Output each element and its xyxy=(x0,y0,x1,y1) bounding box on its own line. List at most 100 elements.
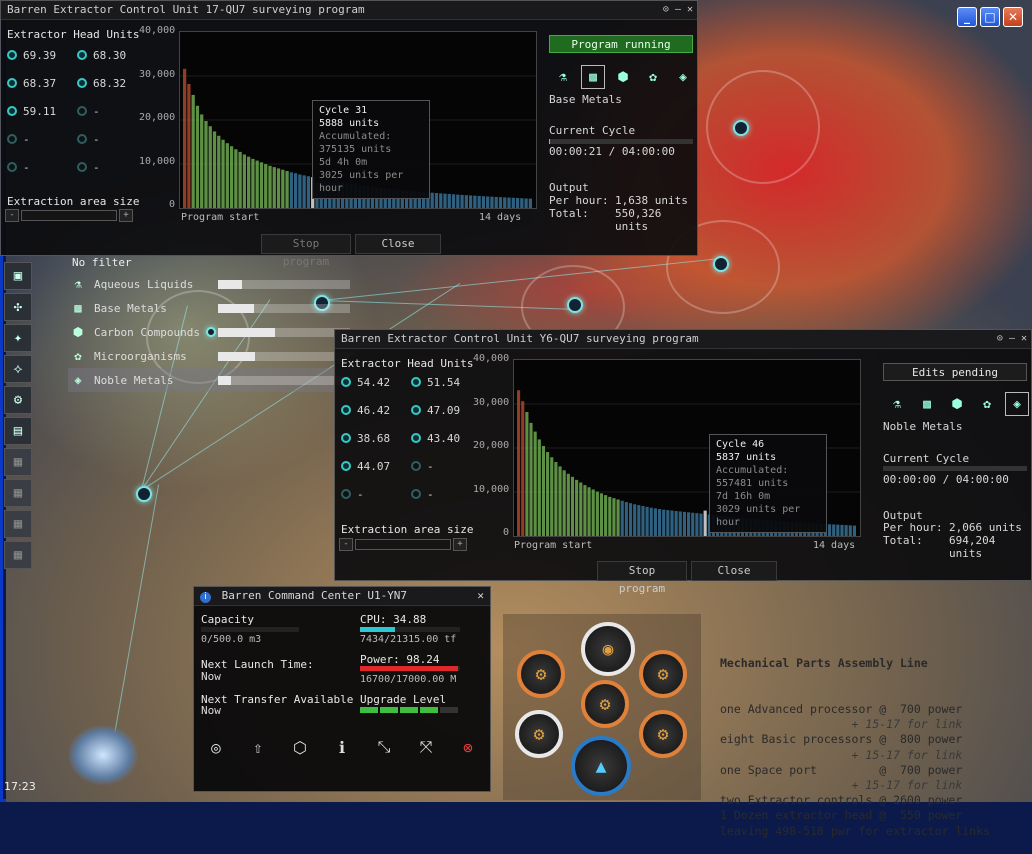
chart-bar[interactable] xyxy=(703,510,707,536)
chart-bar[interactable] xyxy=(212,131,217,208)
head-unit[interactable]: - xyxy=(7,130,77,148)
head-unit-icon[interactable] xyxy=(411,489,421,499)
head-unit[interactable]: - xyxy=(7,158,77,176)
chart-bar[interactable] xyxy=(447,193,451,208)
close-icon[interactable]: ✕ xyxy=(1021,330,1027,348)
extractor-control-pin[interactable] xyxy=(136,486,152,502)
filter-item[interactable]: ✿ Microorganisms xyxy=(68,344,358,368)
close-icon[interactable]: ✕ xyxy=(477,587,484,605)
head-unit-icon[interactable] xyxy=(7,50,17,60)
stop-program-button[interactable]: Stop program xyxy=(597,561,687,595)
panel-titlebar[interactable]: i Barren Command Center U1-YN7 ✕ xyxy=(194,587,490,606)
head-unit-icon[interactable] xyxy=(77,134,87,144)
chart-bar[interactable] xyxy=(599,493,604,536)
close-button[interactable]: ✕ xyxy=(1003,7,1023,27)
chart-bar[interactable] xyxy=(570,476,575,536)
chart-bar[interactable] xyxy=(276,168,281,208)
chart-bar[interactable] xyxy=(306,176,311,208)
chart-bar[interactable] xyxy=(289,172,293,208)
chart-bar[interactable] xyxy=(498,197,503,208)
chart-bar[interactable] xyxy=(558,466,562,536)
head-unit[interactable]: 43.40 xyxy=(411,429,481,447)
head-unit-icon[interactable] xyxy=(341,433,351,443)
filter-item[interactable]: ▩ Base Metals xyxy=(68,296,358,320)
info-icon[interactable]: ⊙ xyxy=(997,330,1003,348)
head-unit-icon[interactable] xyxy=(77,78,87,88)
area-size-slider[interactable]: - + xyxy=(339,538,467,551)
minimize-icon[interactable]: – xyxy=(1009,330,1015,348)
increase-button[interactable]: + xyxy=(453,538,467,551)
chart-bar[interactable] xyxy=(515,197,520,208)
slider-track[interactable] xyxy=(355,539,451,550)
chart-bar[interactable] xyxy=(566,473,570,536)
chart-bar[interactable] xyxy=(587,487,591,536)
chart-bar[interactable] xyxy=(298,174,302,208)
window-titlebar[interactable]: Barren Extractor Control Unit 17-QU7 sur… xyxy=(1,1,697,20)
decrease-button[interactable]: - xyxy=(339,538,353,551)
head-unit-icon[interactable] xyxy=(77,50,87,60)
chart-bar[interactable] xyxy=(628,503,633,536)
planet-icon[interactable]: ◎ xyxy=(206,737,226,757)
head-unit[interactable]: - xyxy=(411,457,481,475)
chart-bar[interactable] xyxy=(204,121,208,208)
head-unit-icon[interactable] xyxy=(7,106,17,116)
network-icon[interactable]: ✣ xyxy=(4,293,32,321)
cube-icon[interactable]: ▣ xyxy=(4,262,32,290)
chart-bar[interactable] xyxy=(528,198,532,208)
factory-icon[interactable]: ⚙ xyxy=(4,386,32,414)
area-size-slider[interactable]: - + xyxy=(5,209,133,222)
gear-icon[interactable]: ⚙ xyxy=(517,650,565,698)
head-unit[interactable]: 68.30 xyxy=(77,46,147,64)
chart-bar[interactable] xyxy=(653,508,657,536)
chart-bar[interactable] xyxy=(691,512,695,536)
head-unit[interactable]: 68.37 xyxy=(7,74,77,92)
head-unit-icon[interactable] xyxy=(77,106,87,116)
chart-bar[interactable] xyxy=(604,495,608,536)
chart-bar[interactable] xyxy=(666,510,670,536)
chart-bar[interactable] xyxy=(633,504,637,536)
book-icon[interactable]: ▤ xyxy=(4,417,32,445)
chart-bar[interactable] xyxy=(434,193,439,208)
collapse-icon[interactable]: ⤧ xyxy=(416,737,436,757)
chart-bar[interactable] xyxy=(695,513,699,536)
head-unit[interactable]: 38.68 xyxy=(341,429,411,447)
chart-bar[interactable] xyxy=(473,195,477,208)
chart-bar[interactable] xyxy=(852,525,856,536)
microorganisms-icon[interactable]: ✿ xyxy=(975,392,999,416)
chart-bar[interactable] xyxy=(579,482,583,536)
chart-bar[interactable] xyxy=(699,513,703,536)
filter-item[interactable]: ◈ Noble Metals xyxy=(68,368,358,392)
slot-icon[interactable]: ▦ xyxy=(4,541,32,569)
head-unit-icon[interactable] xyxy=(411,377,421,387)
info-icon[interactable]: i xyxy=(200,592,211,603)
noble-metals-icon[interactable]: ◈ xyxy=(671,65,695,89)
filter-item[interactable]: ⚗ Aqueous Liquids xyxy=(68,272,358,296)
close-window-button[interactable]: Close xyxy=(355,234,441,254)
chart-bar[interactable] xyxy=(217,135,221,208)
chart-bar[interactable] xyxy=(464,195,468,208)
head-unit[interactable]: - xyxy=(77,130,147,148)
chart-bar[interactable] xyxy=(682,511,686,536)
chart-bar[interactable] xyxy=(521,401,525,536)
gear-icon[interactable]: ⚙ xyxy=(581,680,629,728)
decommission-icon[interactable]: ⊗ xyxy=(458,737,478,757)
command-center-structure[interactable] xyxy=(68,725,138,785)
gear-icon[interactable]: ⚙ xyxy=(515,710,563,758)
chart-bar[interactable] xyxy=(550,457,554,536)
head-unit-icon[interactable] xyxy=(341,377,351,387)
slot-icon[interactable]: ▦ xyxy=(4,448,32,476)
chart-bar[interactable] xyxy=(507,197,511,208)
chart-bar[interactable] xyxy=(670,510,674,536)
link-icon[interactable]: ⤡ xyxy=(374,737,394,757)
chart-bar[interactable] xyxy=(624,502,628,536)
aqueous-liquids-icon[interactable]: ⚗ xyxy=(885,392,909,416)
base-metals-icon[interactable]: ▩ xyxy=(915,392,939,416)
chart-bar[interactable] xyxy=(251,158,255,208)
chart-bar[interactable] xyxy=(524,198,528,208)
chart-bar[interactable] xyxy=(503,197,507,208)
chart-bar[interactable] xyxy=(268,165,272,208)
close-icon[interactable]: ✕ xyxy=(687,1,693,19)
head-unit[interactable]: 51.54 xyxy=(411,373,481,391)
chart-bar[interactable] xyxy=(537,439,541,536)
chart-bar[interactable] xyxy=(687,512,691,536)
